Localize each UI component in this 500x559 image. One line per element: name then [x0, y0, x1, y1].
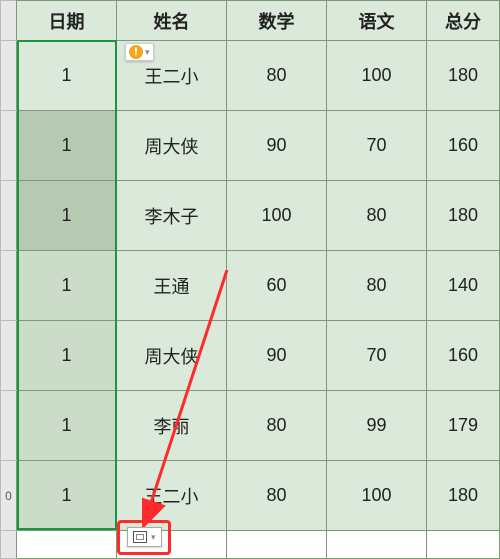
cell-total[interactable]: 160: [427, 111, 500, 181]
row-header[interactable]: [1, 531, 17, 559]
cell-date[interactable]: 1: [17, 41, 117, 111]
cell-date[interactable]: 1: [17, 321, 117, 391]
cell-chinese[interactable]: 99: [327, 391, 427, 461]
col-header-math[interactable]: 数学: [227, 1, 327, 41]
table-row: 0 1 王二小 80 100 180: [1, 461, 500, 531]
cell-name[interactable]: 王二小: [117, 461, 227, 531]
data-table: 日期 姓名 数学 语文 总分 1 王二小 80 100 180 1 周大侠 90: [0, 0, 500, 559]
row-header[interactable]: [1, 41, 17, 111]
row-header[interactable]: [1, 181, 17, 251]
cell-date[interactable]: 1: [17, 391, 117, 461]
cell-total[interactable]: 179: [427, 391, 500, 461]
error-smart-tag[interactable]: ! ▾: [125, 43, 154, 61]
header-row: 日期 姓名 数学 语文 总分: [1, 1, 500, 41]
cell-chinese[interactable]: 100: [327, 461, 427, 531]
cell-name[interactable]: 李木子: [117, 181, 227, 251]
cell-math[interactable]: 90: [227, 111, 327, 181]
cell-date[interactable]: 1: [17, 181, 117, 251]
col-header-chinese[interactable]: 语文: [327, 1, 427, 41]
spreadsheet-grid[interactable]: 日期 姓名 数学 语文 总分 1 王二小 80 100 180 1 周大侠 90: [0, 0, 500, 559]
cell-math[interactable]: 80: [227, 391, 327, 461]
col-header-total[interactable]: 总分: [427, 1, 500, 41]
cell-name[interactable]: 周大侠: [117, 321, 227, 391]
cell-chinese[interactable]: 80: [327, 181, 427, 251]
cell-chinese[interactable]: 100: [327, 41, 427, 111]
empty-cell[interactable]: [327, 531, 427, 559]
empty-cell[interactable]: [427, 531, 500, 559]
cell-date[interactable]: 1: [17, 111, 117, 181]
autofill-options-button[interactable]: ▾: [127, 527, 162, 547]
row-header[interactable]: 0: [1, 461, 17, 531]
corner-cell[interactable]: [1, 1, 17, 41]
cell-name[interactable]: 周大侠: [117, 111, 227, 181]
cell-math[interactable]: 60: [227, 251, 327, 321]
cell-chinese[interactable]: 80: [327, 251, 427, 321]
chevron-down-icon: ▾: [151, 532, 156, 543]
cell-total[interactable]: 160: [427, 321, 500, 391]
warning-icon: !: [129, 45, 143, 59]
table-row: 1 王通 60 80 140: [1, 251, 500, 321]
row-header[interactable]: [1, 321, 17, 391]
table-row: 1 周大侠 90 70 160: [1, 111, 500, 181]
row-header[interactable]: [1, 251, 17, 321]
cell-math[interactable]: 100: [227, 181, 327, 251]
cell-chinese[interactable]: 70: [327, 111, 427, 181]
table-row: 1 李木子 100 80 180: [1, 181, 500, 251]
cell-total[interactable]: 140: [427, 251, 500, 321]
table-row: 1 周大侠 90 70 160: [1, 321, 500, 391]
empty-cell[interactable]: [17, 531, 117, 559]
col-header-name[interactable]: 姓名: [117, 1, 227, 41]
cell-name[interactable]: 李丽: [117, 391, 227, 461]
cell-date[interactable]: 1: [17, 461, 117, 531]
row-header[interactable]: [1, 111, 17, 181]
table-row: 1 王二小 80 100 180: [1, 41, 500, 111]
cell-math[interactable]: 80: [227, 41, 327, 111]
fill-options-icon: [133, 531, 147, 543]
blank-row: [1, 531, 500, 559]
cell-total[interactable]: 180: [427, 461, 500, 531]
cell-total[interactable]: 180: [427, 181, 500, 251]
cell-math[interactable]: 90: [227, 321, 327, 391]
col-header-date[interactable]: 日期: [17, 1, 117, 41]
cell-math[interactable]: 80: [227, 461, 327, 531]
row-header[interactable]: [1, 391, 17, 461]
chevron-down-icon: ▾: [145, 47, 150, 58]
cell-name[interactable]: 王通: [117, 251, 227, 321]
empty-cell[interactable]: [227, 531, 327, 559]
cell-chinese[interactable]: 70: [327, 321, 427, 391]
cell-date[interactable]: 1: [17, 251, 117, 321]
cell-total[interactable]: 180: [427, 41, 500, 111]
table-row: 1 李丽 80 99 179: [1, 391, 500, 461]
